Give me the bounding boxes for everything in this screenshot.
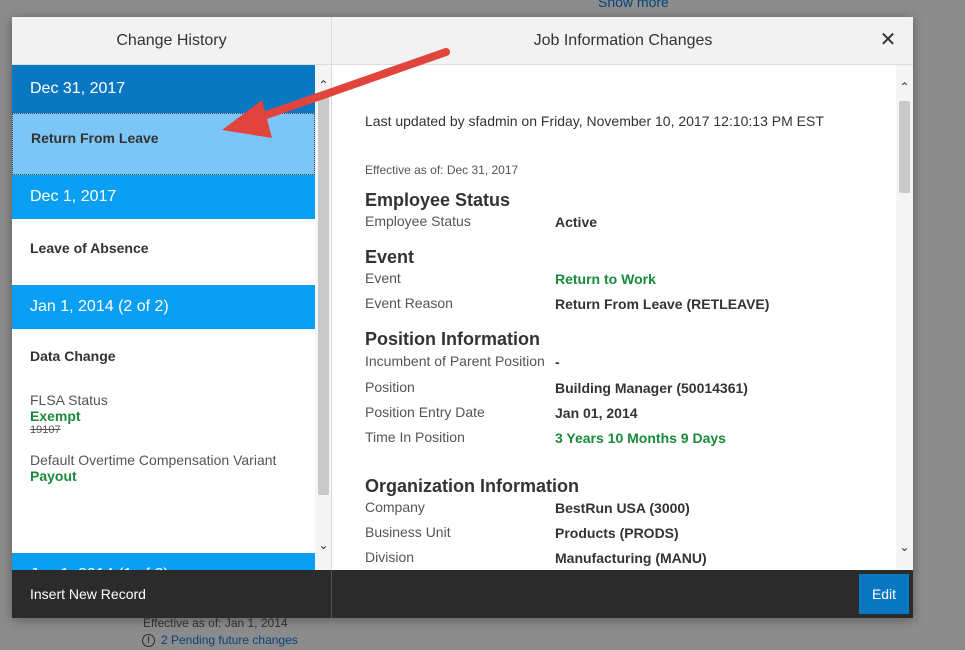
field-label: Employee Status — [365, 213, 471, 229]
history-item-label: Data Change — [30, 348, 116, 364]
field-value: BestRun USA (3000) — [555, 500, 690, 516]
field-label: Incumbent of Parent Position — [365, 353, 545, 369]
scroll-up-icon[interactable]: ⌃ — [315, 77, 331, 94]
insert-new-record-button[interactable]: Insert New Record — [30, 570, 146, 618]
employee-status-section: Employee Status Employee Status Active — [365, 190, 885, 231]
field-value: Manufacturing (MANU) — [555, 550, 707, 566]
change-history-title: Change History — [12, 17, 332, 65]
incumbent-row: Incumbent of Parent Position - — [365, 353, 885, 371]
footer-left: Insert New Record — [12, 570, 332, 618]
field-label: Position Entry Date — [365, 404, 485, 420]
history-item-data-change[interactable]: Data Change FLSA Status Exempt 19107 Def… — [12, 332, 315, 553]
division-row: Division Manufacturing (MANU) — [365, 549, 885, 567]
dialog-header: Change History Job Information Changes ✕ — [12, 17, 913, 65]
dialog-footer: Insert New Record Edit — [12, 570, 913, 618]
history-date-dec-31-2017[interactable]: Dec 31, 2017 — [12, 65, 315, 113]
overtime-variant-new-value: Payout — [30, 468, 77, 484]
history-date-jan-1-2014-2-of-2[interactable]: Jan 1, 2014 (2 of 2) — [12, 285, 315, 332]
flsa-status-change: FLSA Status Exempt 19107 — [12, 392, 315, 436]
history-date-dec-1-2017[interactable]: Dec 1, 2017 — [12, 175, 315, 222]
field-label: Business Unit — [365, 524, 451, 540]
field-value: - — [555, 354, 560, 370]
position-entry-date-row: Position Entry Date Jan 01, 2014 — [365, 404, 885, 422]
section-title: Organization Information — [365, 476, 579, 496]
overtime-variant-change: Default Overtime Compensation Variant Pa… — [12, 452, 315, 484]
organization-information-section: Organization Information Company BestRun… — [365, 476, 885, 567]
overtime-variant-label: Default Overtime Compensation Variant — [30, 452, 277, 468]
change-history-dialog: Change History Job Information Changes ✕… — [12, 17, 913, 618]
field-label: Division — [365, 549, 415, 565]
job-information-changes-title: Job Information Changes — [533, 32, 713, 49]
field-label: Time In Position — [365, 429, 465, 445]
flsa-status-label: FLSA Status — [30, 392, 108, 408]
section-title: Event — [365, 247, 415, 267]
history-scrollbar[interactable]: ⌃ ⌄ — [315, 65, 331, 570]
position-row: Position Building Manager (50014361) — [365, 379, 885, 397]
edit-button[interactable]: Edit — [859, 574, 909, 614]
close-icon[interactable]: ✕ — [877, 29, 899, 51]
history-item-label: Leave of Absence — [30, 240, 149, 256]
field-label: Company — [365, 499, 425, 515]
field-label: Event Reason — [365, 295, 453, 311]
business-unit-row: Business Unit Products (PRODS) — [365, 524, 885, 542]
field-value: Return to Work — [555, 271, 656, 287]
field-value: Building Manager (50014361) — [555, 380, 748, 396]
field-label: Position — [365, 379, 415, 395]
job-details-pane: Last updated by sfadmin on Friday, Novem… — [333, 65, 913, 570]
history-item-return-from-leave[interactable]: Return From Leave — [12, 113, 315, 175]
flsa-status-old-value: 19107 — [30, 424, 61, 436]
event-reason-row: Event Reason Return From Leave (RETLEAVE… — [365, 295, 885, 313]
history-date-jan-1-2014-1-of-2[interactable]: Jan 1, 2014 (1 of 2) — [12, 553, 315, 570]
history-item-leave-of-absence[interactable]: Leave of Absence — [12, 222, 315, 285]
history-list: Dec 31, 2017 Return From Leave Dec 1, 20… — [12, 65, 315, 570]
scrollbar-thumb[interactable] — [899, 101, 910, 193]
effective-date-text: Effective as of: Dec 31, 2017 — [365, 163, 519, 177]
field-value: Products (PRODS) — [555, 525, 679, 541]
employee-status-row: Employee Status Active — [365, 213, 885, 231]
field-label: Event — [365, 270, 401, 286]
scrollbar-thumb[interactable] — [318, 93, 329, 495]
history-item-label: Return From Leave — [31, 130, 159, 146]
position-information-section: Position Information Incumbent of Parent… — [365, 329, 885, 447]
scroll-down-icon[interactable]: ⌄ — [315, 537, 331, 554]
flsa-status-new-value: Exempt — [30, 408, 81, 424]
company-row: Company BestRun USA (3000) — [365, 499, 885, 517]
field-value: Return From Leave (RETLEAVE) — [555, 296, 770, 312]
event-row: Event Return to Work — [365, 270, 885, 288]
time-in-position-row: Time In Position 3 Years 10 Months 9 Day… — [365, 429, 885, 447]
history-list-pane: Dec 31, 2017 Return From Leave Dec 1, 20… — [12, 65, 332, 570]
scroll-down-icon[interactable]: ⌄ — [896, 539, 913, 556]
scroll-up-icon[interactable]: ⌃ — [896, 79, 913, 96]
field-value: 3 Years 10 Months 9 Days — [555, 430, 726, 446]
last-updated-text: Last updated by sfadmin on Friday, Novem… — [365, 113, 824, 129]
event-section: Event Event Return to Work Event Reason … — [365, 247, 885, 313]
details-scrollbar[interactable]: ⌃ ⌄ — [896, 65, 913, 570]
section-title: Position Information — [365, 329, 540, 349]
field-value: Jan 01, 2014 — [555, 405, 638, 421]
field-value: Active — [555, 214, 598, 230]
section-title: Employee Status — [365, 190, 511, 210]
